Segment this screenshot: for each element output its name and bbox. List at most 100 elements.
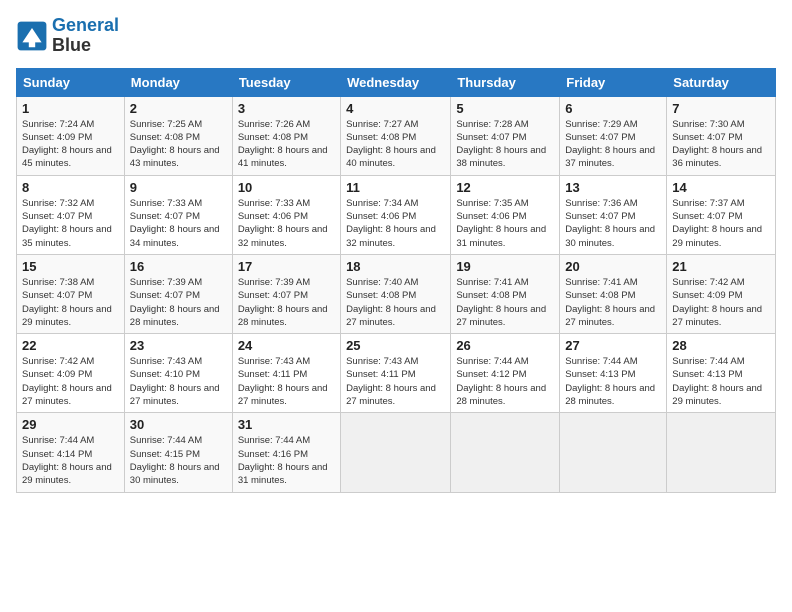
sunset-label: Sunset: 4:08 PM [565,290,635,301]
daylight-label: Daylight: 8 hours and 28 minutes. [238,304,328,328]
daylight-label: Daylight: 8 hours and 31 minutes. [456,224,546,248]
day-number: 10 [238,180,335,195]
day-info: Sunrise: 7:33 AM Sunset: 4:07 PM Dayligh… [130,197,227,250]
calendar-day-13: 13 Sunrise: 7:36 AM Sunset: 4:07 PM Dayl… [560,175,667,254]
calendar-day-24: 24 Sunrise: 7:43 AM Sunset: 4:11 PM Dayl… [232,334,340,413]
day-number: 7 [672,101,770,116]
sunset-label: Sunset: 4:06 PM [238,211,308,222]
sunrise-label: Sunrise: 7:43 AM [238,356,310,367]
sunrise-label: Sunrise: 7:28 AM [456,119,528,130]
empty-cell [341,413,451,492]
day-info: Sunrise: 7:43 AM Sunset: 4:11 PM Dayligh… [346,355,445,408]
sunrise-label: Sunrise: 7:39 AM [238,277,310,288]
sunrise-label: Sunrise: 7:44 AM [130,435,202,446]
day-number: 18 [346,259,445,274]
sunset-label: Sunset: 4:07 PM [238,290,308,301]
daylight-label: Daylight: 8 hours and 35 minutes. [22,224,112,248]
sunset-label: Sunset: 4:09 PM [22,132,92,143]
day-number: 5 [456,101,554,116]
day-info: Sunrise: 7:44 AM Sunset: 4:13 PM Dayligh… [672,355,770,408]
calendar-day-25: 25 Sunrise: 7:43 AM Sunset: 4:11 PM Dayl… [341,334,451,413]
daylight-label: Daylight: 8 hours and 27 minutes. [456,304,546,328]
sunset-label: Sunset: 4:07 PM [22,211,92,222]
day-number: 26 [456,338,554,353]
day-number: 2 [130,101,227,116]
day-number: 13 [565,180,661,195]
calendar-day-31: 31 Sunrise: 7:44 AM Sunset: 4:16 PM Dayl… [232,413,340,492]
sunrise-label: Sunrise: 7:37 AM [672,198,744,209]
day-number: 15 [22,259,119,274]
day-info: Sunrise: 7:29 AM Sunset: 4:07 PM Dayligh… [565,118,661,171]
calendar-day-20: 20 Sunrise: 7:41 AM Sunset: 4:08 PM Dayl… [560,254,667,333]
day-number: 3 [238,101,335,116]
day-info: Sunrise: 7:43 AM Sunset: 4:11 PM Dayligh… [238,355,335,408]
weekday-header-tuesday: Tuesday [232,68,340,96]
sunrise-label: Sunrise: 7:40 AM [346,277,418,288]
sunrise-label: Sunrise: 7:34 AM [346,198,418,209]
calendar-day-16: 16 Sunrise: 7:39 AM Sunset: 4:07 PM Dayl… [124,254,232,333]
day-info: Sunrise: 7:42 AM Sunset: 4:09 PM Dayligh… [672,276,770,329]
sunrise-label: Sunrise: 7:33 AM [130,198,202,209]
sunset-label: Sunset: 4:08 PM [346,132,416,143]
sunset-label: Sunset: 4:07 PM [565,132,635,143]
day-info: Sunrise: 7:44 AM Sunset: 4:15 PM Dayligh… [130,434,227,487]
calendar-header-row: SundayMondayTuesdayWednesdayThursdayFrid… [17,68,776,96]
sunrise-label: Sunrise: 7:24 AM [22,119,94,130]
calendar-day-1: 1 Sunrise: 7:24 AM Sunset: 4:09 PM Dayli… [17,96,125,175]
calendar-week-3: 15 Sunrise: 7:38 AM Sunset: 4:07 PM Dayl… [17,254,776,333]
sunset-label: Sunset: 4:07 PM [672,132,742,143]
day-info: Sunrise: 7:35 AM Sunset: 4:06 PM Dayligh… [456,197,554,250]
sunrise-label: Sunrise: 7:44 AM [565,356,637,367]
calendar-week-5: 29 Sunrise: 7:44 AM Sunset: 4:14 PM Dayl… [17,413,776,492]
weekday-header-thursday: Thursday [451,68,560,96]
sunrise-label: Sunrise: 7:38 AM [22,277,94,288]
day-number: 16 [130,259,227,274]
weekday-header-wednesday: Wednesday [341,68,451,96]
sunset-label: Sunset: 4:09 PM [22,369,92,380]
day-info: Sunrise: 7:43 AM Sunset: 4:10 PM Dayligh… [130,355,227,408]
calendar-day-9: 9 Sunrise: 7:33 AM Sunset: 4:07 PM Dayli… [124,175,232,254]
empty-cell [560,413,667,492]
daylight-label: Daylight: 8 hours and 30 minutes. [130,462,220,486]
sunrise-label: Sunrise: 7:41 AM [456,277,528,288]
day-number: 24 [238,338,335,353]
sunset-label: Sunset: 4:06 PM [346,211,416,222]
day-info: Sunrise: 7:39 AM Sunset: 4:07 PM Dayligh… [238,276,335,329]
day-number: 17 [238,259,335,274]
calendar-container: General Blue SundayMondayTuesdayWednesda… [0,0,792,503]
day-info: Sunrise: 7:33 AM Sunset: 4:06 PM Dayligh… [238,197,335,250]
sunrise-label: Sunrise: 7:43 AM [130,356,202,367]
weekday-header-sunday: Sunday [17,68,125,96]
calendar-day-26: 26 Sunrise: 7:44 AM Sunset: 4:12 PM Dayl… [451,334,560,413]
day-info: Sunrise: 7:25 AM Sunset: 4:08 PM Dayligh… [130,118,227,171]
day-info: Sunrise: 7:34 AM Sunset: 4:06 PM Dayligh… [346,197,445,250]
calendar-day-30: 30 Sunrise: 7:44 AM Sunset: 4:15 PM Dayl… [124,413,232,492]
sunset-label: Sunset: 4:07 PM [130,290,200,301]
sunrise-label: Sunrise: 7:41 AM [565,277,637,288]
sunset-label: Sunset: 4:12 PM [456,369,526,380]
calendar-day-23: 23 Sunrise: 7:43 AM Sunset: 4:10 PM Dayl… [124,334,232,413]
calendar-day-14: 14 Sunrise: 7:37 AM Sunset: 4:07 PM Dayl… [667,175,776,254]
day-info: Sunrise: 7:30 AM Sunset: 4:07 PM Dayligh… [672,118,770,171]
day-info: Sunrise: 7:32 AM Sunset: 4:07 PM Dayligh… [22,197,119,250]
sunset-label: Sunset: 4:09 PM [672,290,742,301]
sunset-label: Sunset: 4:10 PM [130,369,200,380]
sunset-label: Sunset: 4:07 PM [565,211,635,222]
day-info: Sunrise: 7:42 AM Sunset: 4:09 PM Dayligh… [22,355,119,408]
calendar-day-19: 19 Sunrise: 7:41 AM Sunset: 4:08 PM Dayl… [451,254,560,333]
daylight-label: Daylight: 8 hours and 28 minutes. [565,383,655,407]
sunrise-label: Sunrise: 7:32 AM [22,198,94,209]
daylight-label: Daylight: 8 hours and 27 minutes. [22,383,112,407]
daylight-label: Daylight: 8 hours and 29 minutes. [22,462,112,486]
sunrise-label: Sunrise: 7:39 AM [130,277,202,288]
sunset-label: Sunset: 4:16 PM [238,449,308,460]
sunset-label: Sunset: 4:11 PM [346,369,416,380]
calendar-day-22: 22 Sunrise: 7:42 AM Sunset: 4:09 PM Dayl… [17,334,125,413]
day-number: 30 [130,417,227,432]
calendar-day-18: 18 Sunrise: 7:40 AM Sunset: 4:08 PM Dayl… [341,254,451,333]
day-number: 21 [672,259,770,274]
sunset-label: Sunset: 4:07 PM [130,211,200,222]
daylight-label: Daylight: 8 hours and 29 minutes. [672,224,762,248]
calendar-day-15: 15 Sunrise: 7:38 AM Sunset: 4:07 PM Dayl… [17,254,125,333]
sunset-label: Sunset: 4:15 PM [130,449,200,460]
